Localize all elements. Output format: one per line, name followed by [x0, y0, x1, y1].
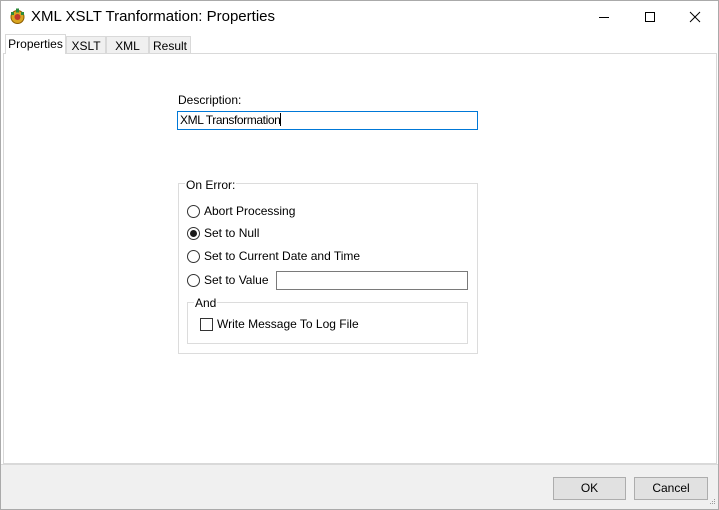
- tab-result[interactable]: Result: [149, 36, 191, 54]
- radio-button-icon[interactable]: [187, 249, 200, 263]
- resize-grip-icon[interactable]: [706, 497, 716, 507]
- radio-label: Set to Value: [204, 273, 269, 287]
- description-input[interactable]: XML Transformation: [177, 111, 478, 130]
- radio-set-to-current-date-time[interactable]: Set to Current Date and Time: [187, 248, 360, 264]
- tab-xslt[interactable]: XSLT: [66, 36, 106, 54]
- dialog-window: XML XSLT Tranformation: Properties Prope…: [0, 0, 719, 510]
- write-log-checkbox-row[interactable]: Write Message To Log File: [200, 316, 359, 332]
- app-gear-icon: [10, 8, 25, 24]
- radio-set-to-value[interactable]: Set to Value: [187, 272, 269, 288]
- tab-properties[interactable]: Properties: [5, 34, 66, 54]
- window-title: XML XSLT Tranformation: Properties: [31, 8, 275, 25]
- radio-set-to-null[interactable]: Set to Null: [187, 225, 259, 241]
- on-error-legend: On Error:: [185, 178, 237, 192]
- radio-label: Abort Processing: [204, 204, 296, 218]
- text-caret: [280, 113, 282, 126]
- description-value: XML Transformation: [180, 113, 281, 127]
- maximize-button[interactable]: [627, 1, 673, 32]
- radio-label: Set to Null: [204, 226, 260, 240]
- write-log-label: Write Message To Log File: [217, 317, 359, 331]
- radio-button-icon[interactable]: [187, 273, 200, 287]
- tab-xml[interactable]: XML: [106, 36, 149, 54]
- maximize-icon: [645, 11, 655, 22]
- radio-label: Set to Current Date and Time: [204, 249, 361, 263]
- close-icon: [689, 11, 701, 22]
- minimize-icon: [599, 16, 609, 18]
- title-bar[interactable]: XML XSLT Tranformation: Properties: [1, 1, 718, 32]
- minimize-button[interactable]: [581, 1, 627, 32]
- close-button[interactable]: [672, 1, 718, 32]
- cancel-button[interactable]: Cancel: [634, 477, 708, 500]
- tab-strip: Properties XSLT XML Result: [3, 34, 718, 54]
- set-to-value-input[interactable]: [276, 271, 468, 290]
- write-log-checkbox[interactable]: [200, 317, 213, 331]
- radio-button-icon[interactable]: [187, 204, 200, 218]
- description-label: Description:: [178, 93, 242, 107]
- ok-button[interactable]: OK: [553, 477, 626, 500]
- radio-abort-processing[interactable]: Abort Processing: [187, 203, 295, 219]
- and-legend: And: [194, 296, 218, 310]
- radio-button-checked-icon[interactable]: [187, 226, 200, 240]
